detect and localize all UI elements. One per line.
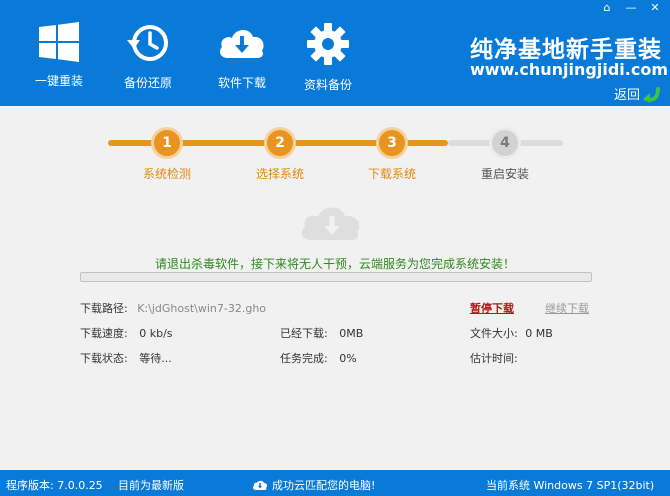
downloaded-value: 0MB (339, 327, 364, 340)
path-value: K:\jdGhost\win7-32.gho (137, 302, 267, 315)
cloud-match-status: 成功云匹配您的电脑! (252, 477, 375, 493)
size-row: 文件大小: 0 MB (470, 325, 553, 341)
cloud-download-icon (220, 29, 264, 58)
eta-row: 估计时间: (470, 350, 522, 366)
cloud-download-icon (252, 480, 268, 490)
back-arrow-icon (643, 86, 661, 103)
speed-label: 下载速度: (80, 327, 128, 340)
system-text: 当前系统 Windows 7 SP1(32bit) (486, 479, 655, 492)
step-1-circle: 1 (151, 127, 183, 159)
path-row: 下载路径: K:\jdGhost\win7-32.gho (80, 300, 266, 316)
step-4-circle: 4 (489, 127, 521, 159)
path-label: 下载路径: (80, 302, 128, 315)
status-bar: 程序版本: 7.0.0.25 目前为最新版 成功云匹配您的电脑! 当前系统 Wi… (0, 470, 670, 496)
resume-download-button[interactable]: 继续下载 (545, 300, 589, 316)
version-text: 程序版本: 7.0.0.25 (6, 479, 103, 492)
speed-value: 0 kb/s (139, 327, 173, 340)
done-row: 任务完成: 0% (280, 350, 357, 366)
step-2-label: 选择系统 (255, 167, 304, 181)
state-label: 下载状态: (80, 352, 128, 365)
back-button[interactable]: 返回 (614, 84, 662, 103)
gear-icon (307, 23, 349, 65)
close-button[interactable]: ✕ (646, 0, 664, 14)
step-2-circle: 2 (264, 127, 296, 159)
step-1-label: 系统检测 (142, 167, 191, 181)
pause-download-button[interactable]: 暂停下载 (470, 300, 514, 316)
windows-logo-icon (39, 22, 79, 62)
downloaded-label: 已经下载: (280, 327, 328, 340)
download-progress-bar (80, 272, 592, 282)
latest-text: 目前为最新版 (118, 479, 184, 492)
size-value: 0 MB (525, 327, 553, 340)
done-value: 0% (339, 352, 357, 365)
home-icon[interactable]: ⌂ (598, 0, 616, 14)
header-bar: ⌂ — ✕ 一键重装 备份还原 软件下载 资料备份 纯净基地新手重装 www.c… (0, 0, 670, 106)
history-clock-icon (127, 25, 168, 61)
state-row: 下载状态: 等待... (80, 350, 172, 366)
speed-row: 下载速度: 0 kb/s (80, 325, 173, 341)
back-label: 返回 (614, 88, 641, 103)
brand-name: 纯净基地新手重装 (470, 37, 662, 63)
nav-backup-restore[interactable]: 备份还原 (108, 22, 188, 96)
nav-software-download[interactable]: 软件下载 (202, 22, 282, 96)
nav-one-click-reinstall[interactable]: 一键重装 (19, 22, 99, 96)
nav-data-backup[interactable]: 资料备份 (288, 22, 368, 96)
cloud-download-icon (301, 207, 360, 240)
nav-label: 一键重装 (34, 74, 83, 88)
step-3-label: 下载系统 (367, 167, 416, 181)
nav-label: 资料备份 (303, 78, 352, 92)
brand-url: www.chunjingjidi.com (470, 60, 668, 79)
nav-label: 软件下载 (217, 76, 266, 90)
nav-label: 备份还原 (123, 76, 172, 90)
state-value: 等待... (139, 352, 172, 365)
install-notice: 请退出杀毒软件，接下来将无人干预，云端服务为您完成系统安装！ (154, 257, 515, 271)
minimize-button[interactable]: — (622, 0, 640, 14)
done-label: 任务完成: (280, 352, 328, 365)
eta-label: 估计时间: (470, 352, 518, 365)
step-3-circle: 3 (376, 127, 408, 159)
size-label: 文件大小: (470, 327, 518, 340)
downloaded-row: 已经下载: 0MB (280, 325, 363, 341)
cloud-match-text: 成功云匹配您的电脑! (272, 479, 376, 492)
step-4-label: 重启安装 (480, 167, 529, 181)
